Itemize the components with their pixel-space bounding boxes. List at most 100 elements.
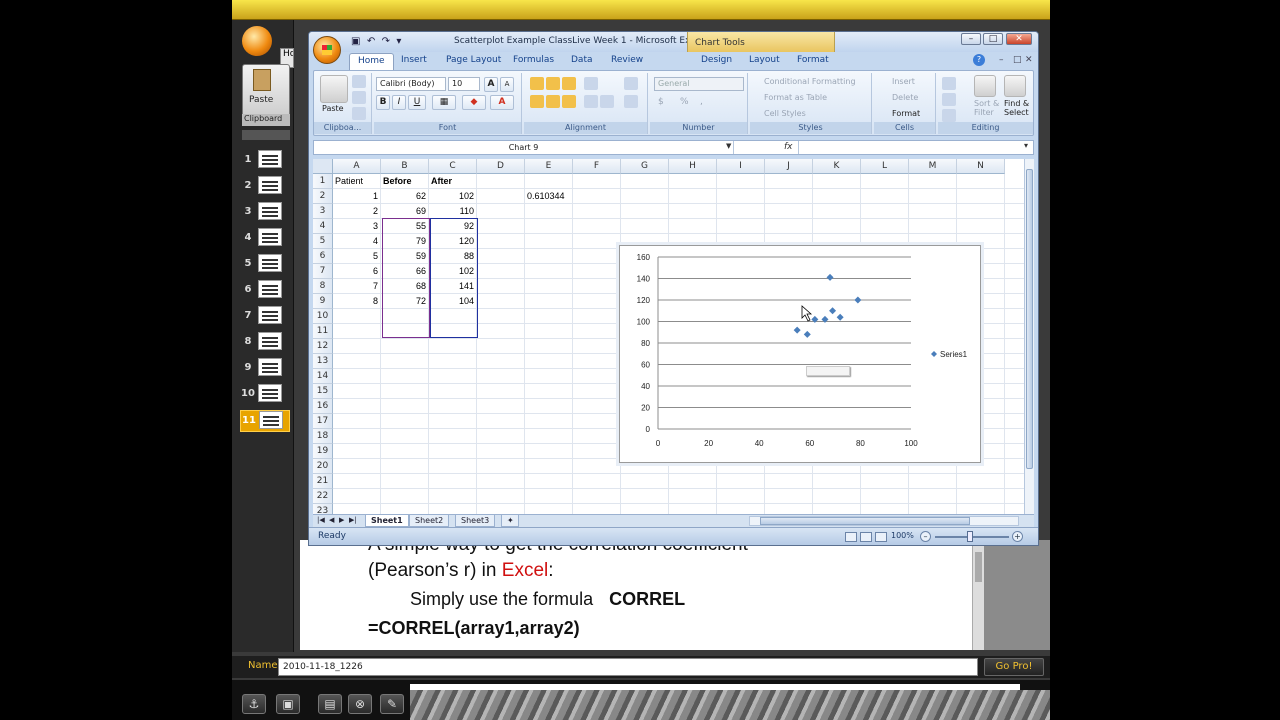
align-middle-icon[interactable]	[546, 77, 560, 90]
comma-button[interactable]: ,	[700, 97, 703, 107]
cell-patient[interactable]: 4	[333, 234, 381, 249]
undo-icon[interactable]: ↶	[367, 36, 375, 47]
horizontal-scrollbar[interactable]	[749, 516, 1019, 526]
column-header[interactable]: G	[621, 159, 669, 174]
align-top-icon[interactable]	[530, 77, 544, 90]
help-icon[interactable]: ?	[973, 54, 985, 66]
row-header[interactable]: 12	[313, 339, 333, 354]
column-header[interactable]: C	[429, 159, 477, 174]
ribbon-restore-icon[interactable]: □	[1013, 55, 1022, 65]
horizontal-scroll-thumb[interactable]	[760, 517, 970, 525]
slide-thumbnail[interactable]: 1	[240, 150, 290, 172]
tab-review[interactable]: Review	[611, 55, 643, 65]
column-header[interactable]: F	[573, 159, 621, 174]
normal-view-icon[interactable]	[845, 532, 857, 542]
grow-font-button[interactable]: A	[484, 77, 498, 92]
percent-button[interactable]: %	[680, 97, 689, 107]
zoom-out-icon[interactable]: –	[920, 531, 931, 542]
first-sheet-icon[interactable]: |◀	[317, 516, 325, 524]
sheet-tab-sheet2[interactable]: Sheet2	[409, 515, 450, 527]
row-header[interactable]: 21	[313, 474, 333, 489]
align-left-icon[interactable]	[530, 95, 544, 108]
cancel-icon[interactable]: ⊗	[348, 694, 372, 714]
decrease-indent-icon[interactable]	[584, 95, 598, 108]
cell-patient[interactable]: 8	[333, 294, 381, 309]
workbook-close-icon[interactable]: ✕	[1025, 55, 1033, 65]
font-color-icon[interactable]: A	[490, 95, 514, 110]
binoculars-icon[interactable]	[1004, 75, 1026, 97]
increase-indent-icon[interactable]	[600, 95, 614, 108]
zoom-level[interactable]: 100%	[891, 531, 914, 540]
cell-patient[interactable]: 5	[333, 249, 381, 264]
bold-button[interactable]: B	[376, 95, 390, 110]
expand-formula-icon[interactable]: ▾	[1024, 141, 1028, 150]
row-header[interactable]: 10	[313, 309, 333, 324]
cell-after[interactable]: 102	[429, 189, 477, 204]
app-logo-icon[interactable]	[242, 26, 272, 56]
row-header[interactable]: 7	[313, 264, 333, 279]
vertical-scrollbar[interactable]	[1024, 159, 1034, 514]
align-bottom-icon[interactable]	[562, 77, 576, 90]
borders-icon[interactable]: ▦	[432, 95, 456, 110]
column-header[interactable]: N	[957, 159, 1005, 174]
delete-cells-button[interactable]: Delete	[892, 93, 918, 102]
column-header[interactable]: M	[909, 159, 957, 174]
sheet-tab-sheet3[interactable]: Sheet3	[455, 515, 496, 527]
insert-function-icon[interactable]: fx	[784, 141, 793, 154]
row-header[interactable]: 17	[313, 414, 333, 429]
page-break-view-icon[interactable]	[875, 532, 887, 542]
italic-button[interactable]: I	[392, 95, 406, 110]
quick-access-toolbar[interactable]: ▣ ↶ ↷ ▾	[351, 36, 401, 47]
save-icon[interactable]: ▣	[351, 36, 360, 47]
row-header[interactable]: 9	[313, 294, 333, 309]
font-size-combo[interactable]: 10	[448, 77, 480, 91]
row-header[interactable]: 15	[313, 384, 333, 399]
tab-format[interactable]: Format	[797, 55, 829, 65]
office-button[interactable]	[313, 36, 341, 64]
number-format-combo[interactable]: General	[654, 77, 744, 91]
cell-e2-correlation[interactable]: 0.610344	[525, 189, 573, 204]
cell-before[interactable]: 62	[381, 189, 429, 204]
row-header[interactable]: 6	[313, 249, 333, 264]
cell-b1-header[interactable]: Before	[381, 174, 429, 189]
minimize-icon[interactable]: –	[961, 33, 981, 45]
slide-thumbnail[interactable]: 6	[240, 280, 290, 302]
slide-thumbnail[interactable]: 11	[240, 410, 290, 432]
format-as-table-button[interactable]: Format as Table	[764, 93, 827, 102]
slide-thumbnail[interactable]: 4	[240, 228, 290, 250]
tab-insert[interactable]: Insert	[401, 55, 427, 65]
tab-design[interactable]: Design	[701, 55, 732, 65]
autosum-icon[interactable]	[942, 77, 956, 90]
next-sheet-icon[interactable]: ▶	[339, 516, 344, 524]
column-header[interactable]: D	[477, 159, 525, 174]
column-header[interactable]: H	[669, 159, 717, 174]
name-input[interactable]	[278, 658, 978, 676]
wrap-text-icon[interactable]	[624, 77, 638, 90]
tools-icon[interactable]: ✎	[380, 694, 404, 714]
name-box-dropdown-icon[interactable]: ▼	[726, 142, 731, 150]
row-header[interactable]: 18	[313, 429, 333, 444]
maximize-icon[interactable]: □	[983, 33, 1003, 45]
cell-patient[interactable]: 7	[333, 279, 381, 294]
row-header[interactable]: 4	[313, 219, 333, 234]
slide-thumbnail[interactable]: 9	[240, 358, 290, 380]
row-header[interactable]: 2	[313, 189, 333, 204]
column-header[interactable]: E	[525, 159, 573, 174]
prev-sheet-icon[interactable]: ◀	[329, 516, 334, 524]
align-right-icon[interactable]	[562, 95, 576, 108]
row-header[interactable]: 13	[313, 354, 333, 369]
tab-page-layout[interactable]: Page Layout	[446, 55, 501, 65]
row-header[interactable]: 3	[313, 204, 333, 219]
row-header[interactable]: 11	[313, 324, 333, 339]
save-icon[interactable]: ▣	[276, 694, 300, 714]
slide-thumbnail[interactable]: 5	[240, 254, 290, 276]
tab-layout[interactable]: Layout	[749, 55, 780, 65]
zoom-slider-knob[interactable]	[967, 531, 973, 542]
tab-data[interactable]: Data	[571, 55, 593, 65]
slide-thumbnail[interactable]: 10	[240, 384, 290, 406]
go-pro-button[interactable]: Go Pro!	[984, 658, 1044, 676]
currency-button[interactable]: $	[658, 97, 664, 107]
cell-before[interactable]: 69	[381, 204, 429, 219]
column-header[interactable]: A	[333, 159, 381, 174]
format-painter-icon[interactable]	[352, 107, 366, 120]
